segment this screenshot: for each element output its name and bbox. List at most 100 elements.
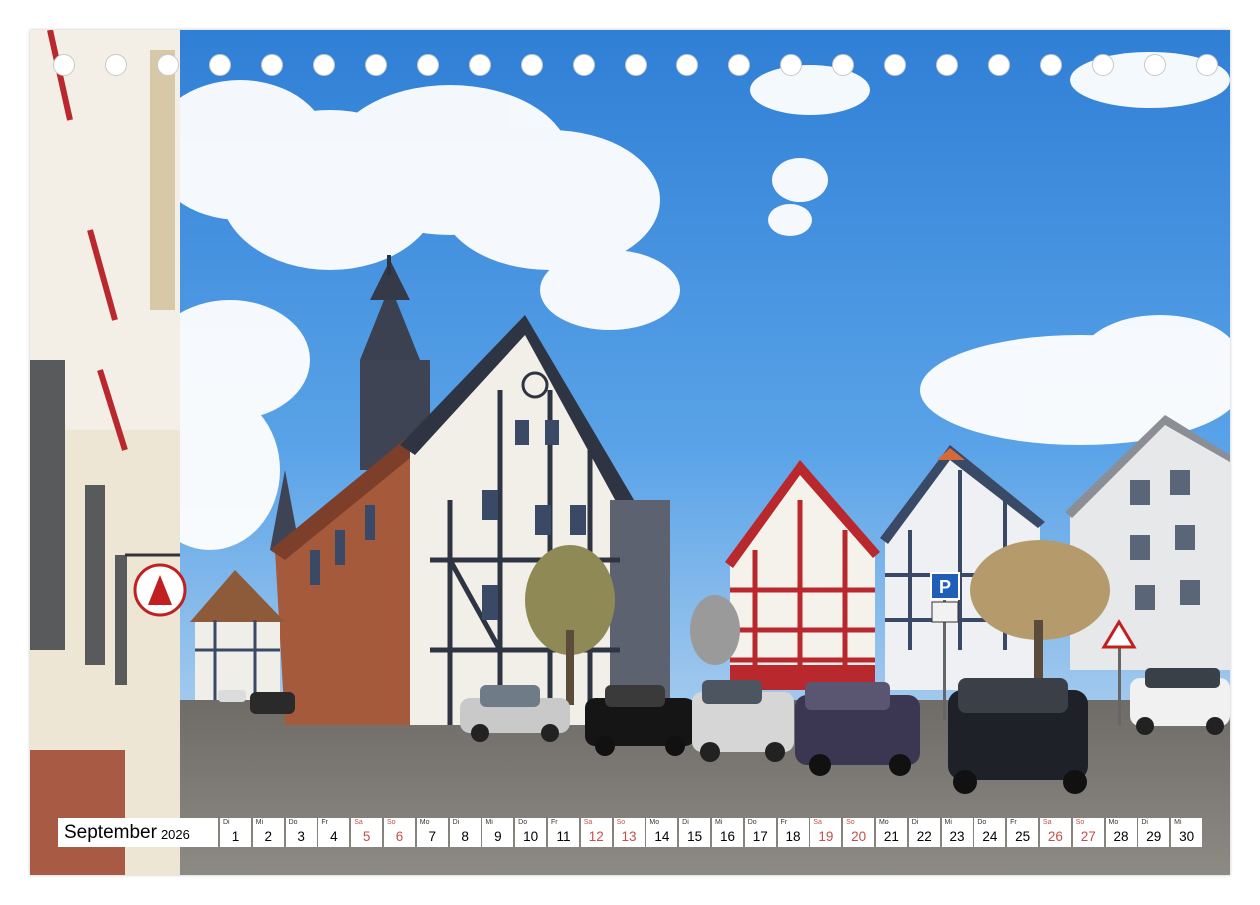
day-number: 13 [621,829,637,844]
day-number: 16 [719,829,735,844]
day-number: 22 [916,829,932,844]
day-number: 25 [1015,829,1031,844]
day-cell: Di 29 [1138,818,1170,847]
day-number: 20 [851,829,867,844]
day-number: 8 [461,829,469,844]
day-cell: Sa 5 [351,818,383,847]
binding-hole [416,54,439,76]
day-number: 4 [330,829,338,844]
binding-hole [1196,54,1218,76]
car-purple [795,682,920,776]
binding-hole [1144,54,1167,76]
binding-hole [260,54,283,76]
day-number: 17 [752,829,768,844]
day-cell: Mo 7 [416,818,448,847]
binding-hole [884,54,907,76]
day-of-week: Fr [550,819,558,826]
day-cells: Di 1 Mi 2 Do 3 Fr 4 Sa 5 So 6 Mo 7 Di 8 Mi 9 Do 10 Fr 11 Sa 12 S… [220,818,1204,847]
binding-hole [988,54,1011,76]
day-cell: Do 24 [974,818,1006,847]
day-of-week: Mo [649,819,660,826]
day-cell: Mi 2 [252,818,284,847]
day-of-week: Di [1141,819,1148,826]
day-of-week: Do [288,819,298,826]
town-square-photo: P [30,30,1230,875]
binding-hole [572,54,595,76]
binding-hole [104,54,127,76]
binding-hole [364,54,387,76]
day-number: 27 [1080,829,1096,844]
day-cell: Sa 19 [810,818,842,847]
day-number: 15 [687,829,703,844]
day-cell: Fr 11 [547,818,579,847]
binding-hole [780,54,803,76]
binding-hole [1040,54,1063,76]
day-cell: Mi 16 [711,818,743,847]
day-of-week: So [616,819,626,826]
day-number: 12 [588,829,604,844]
day-of-week: Do [747,819,757,826]
day-of-week: Do [977,819,987,826]
day-number: 2 [264,829,273,844]
day-of-week: Mi [485,819,493,826]
day-number: 23 [949,829,965,844]
car-white [1130,668,1230,735]
month-label: September 2026 [58,818,218,847]
day-number: 1 [231,829,240,844]
binding-hole [728,54,751,76]
parking-sign-label: P [939,577,951,597]
day-number: 29 [1146,829,1162,844]
day-cell: Di 8 [449,818,481,847]
binding-hole [1092,54,1115,76]
binding-hole [208,54,231,76]
day-number: 11 [556,829,571,844]
day-cell: Fr 25 [1007,818,1039,847]
day-of-week: Di [223,819,230,826]
day-number: 10 [523,829,539,844]
day-cell: Do 3 [285,818,317,847]
calendar-page: P September 2026 Di 1 Mi 2 Do 3 Fr 4 Sa … [0,0,1260,905]
binding-hole [53,54,75,76]
month-name: September [64,821,157,843]
day-cell: Mo 14 [646,818,678,847]
day-of-week: Mo [419,819,430,826]
binding-hole [468,54,491,76]
day-of-week: So [1075,819,1085,826]
day-cell: Mi 30 [1171,818,1203,847]
binding-hole [156,54,179,76]
day-cell: So 13 [613,818,645,847]
binding-hole [832,54,855,76]
day-of-week: Sa [1042,819,1052,826]
day-number: 30 [1179,829,1195,844]
day-number: 6 [395,829,404,844]
day-number: 28 [1113,829,1129,844]
binding-holes [30,54,1230,80]
year: 2026 [160,826,190,842]
day-cell: Fr 4 [318,818,350,847]
day-number: 24 [982,829,998,844]
day-cell: So 27 [1072,818,1104,847]
day-cell: Do 10 [515,818,547,847]
day-number: 14 [654,829,670,844]
day-of-week: Fr [780,819,788,826]
day-cell: Do 17 [744,818,776,847]
day-of-week: Sa [813,819,822,826]
day-number: 7 [428,829,437,844]
calendar-strip: September 2026 Di 1 Mi 2 Do 3 Fr 4 Sa 5 So 6 Mo 7 Di 8 M… [58,818,1204,847]
day-cell: Fr 18 [777,818,809,847]
day-of-week: Mi [1174,819,1182,826]
day-of-week: Di [452,819,460,826]
day-of-week: Sa [354,819,363,826]
day-cell: Mo 21 [875,818,907,847]
day-cell: Di 1 [220,818,251,847]
binding-hole [624,54,647,76]
day-cell: Sa 12 [580,818,612,847]
day-of-week: Mi [944,819,952,826]
day-number: 19 [818,829,834,844]
day-number: 21 [883,829,899,844]
day-of-week: Mi [714,819,723,826]
day-number: 18 [785,829,801,844]
binding-hole [312,54,335,76]
binding-hole [676,54,699,76]
day-of-week: So [386,819,396,826]
